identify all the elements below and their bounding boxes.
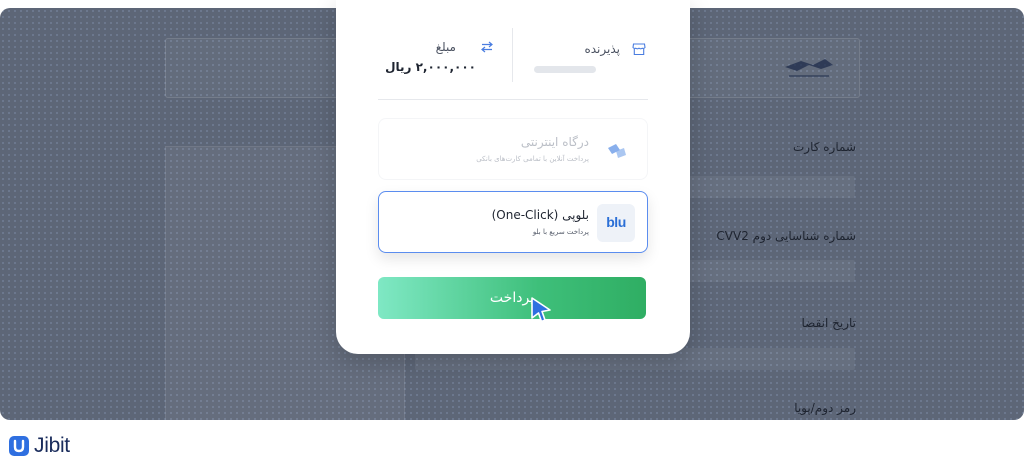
option-internet-gateway[interactable]: درگاه اینترنتی پرداخت آنلاین با تمامی کا…: [378, 118, 648, 180]
merchant-name-placeholder: [534, 66, 596, 73]
sep-logo-icon: [785, 59, 833, 77]
payment-method-modal: پذیرنده مبلغ ۲,۰۰۰,۰۰۰ ریال درگاه اینترن…: [336, 0, 690, 354]
jibit-brand: Jibit: [8, 434, 70, 458]
gateway-logo-icon: [608, 144, 626, 158]
option-blupay-oneclick[interactable]: blu بلوپی (One-Click) پرداخت سریع با بلو: [378, 191, 648, 253]
pay-button[interactable]: پرداخت: [378, 277, 646, 319]
option-title: درگاه اینترنتی: [520, 135, 589, 149]
gateway-icon-box: [597, 131, 635, 169]
blu-logo-icon: blu: [606, 214, 626, 230]
password-label: رمز دوم/پویا: [794, 401, 856, 415]
payment-info-row: پذیرنده مبلغ ۲,۰۰۰,۰۰۰ ریال: [336, 28, 690, 88]
card-number-label: شماره کارت: [792, 140, 856, 154]
cvv2-label: شماره شناسایی دوم CVV2: [716, 229, 856, 243]
amount-value: ۲,۰۰۰,۰۰۰ ریال: [385, 60, 476, 74]
option-title: بلوپی (One-Click): [491, 208, 589, 222]
amount-label: مبلغ: [435, 40, 456, 54]
jibit-logo-icon: [9, 436, 29, 456]
blu-icon-box: blu: [597, 204, 635, 242]
section-divider: [378, 99, 648, 100]
store-icon: [632, 43, 646, 56]
merchant-label: پذیرنده: [584, 42, 620, 56]
brand-name: Jibit: [34, 434, 70, 457]
transfer-arrows-icon: [481, 41, 493, 53]
mouse-cursor-icon: [531, 297, 551, 323]
option-subtitle: پرداخت سریع با بلو: [532, 228, 589, 236]
info-divider: [512, 28, 513, 82]
expiry-label: تاریخ انقضا: [801, 316, 857, 330]
option-subtitle: پرداخت آنلاین با تمامی کارت‌های بانکی: [476, 155, 589, 163]
